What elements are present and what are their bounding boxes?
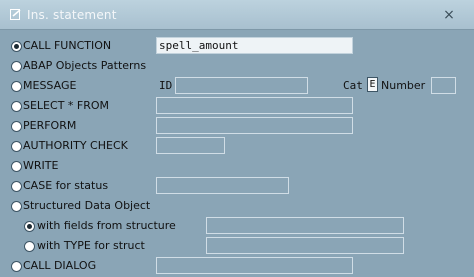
message-label: MESSAGE (23, 79, 77, 92)
select-from-radio[interactable] (11, 101, 22, 112)
message-number-label: Number (381, 79, 426, 92)
with-fields-from-structure-radio[interactable] (24, 221, 35, 232)
option-with-type-for-struct: with TYPE for struct (0, 237, 474, 257)
perform-radio[interactable] (11, 121, 22, 132)
message-cat-label: Cat (343, 79, 363, 92)
option-call-function: CALL FUNCTION spell_amount (0, 37, 474, 57)
with-fields-from-structure-label: with fields from structure (37, 219, 176, 232)
with-fields-from-structure-input[interactable] (206, 217, 404, 234)
edit-icon (10, 9, 21, 20)
option-call-dialog: CALL DIALOG (0, 257, 474, 277)
title-bar: Ins. statement × (0, 0, 474, 30)
close-icon: × (443, 7, 455, 23)
select-from-input[interactable] (156, 97, 353, 114)
message-cat-input[interactable]: E (367, 77, 378, 92)
with-type-for-struct-label: with TYPE for struct (37, 239, 145, 252)
option-structured-data-object: Structured Data Object (0, 197, 474, 217)
option-abap-objects-patterns: ABAP Objects Patterns (0, 57, 474, 77)
option-message: MESSAGE ID Cat E Number (0, 77, 474, 97)
option-select-from: SELECT * FROM (0, 97, 474, 117)
statement-options-panel: CALL FUNCTION spell_amount ABAP Objects … (0, 31, 474, 274)
abap-objects-patterns-label: ABAP Objects Patterns (23, 59, 147, 72)
call-function-radio[interactable] (11, 41, 22, 52)
structured-data-object-radio[interactable] (11, 201, 22, 212)
with-type-for-struct-radio[interactable] (24, 241, 35, 252)
structured-data-object-label: Structured Data Object (23, 199, 151, 212)
message-id-input[interactable] (175, 77, 308, 94)
call-dialog-radio[interactable] (11, 261, 22, 272)
case-for-status-input[interactable] (156, 177, 289, 194)
call-dialog-label: CALL DIALOG (23, 259, 97, 272)
write-label: WRITE (23, 159, 59, 172)
close-button[interactable]: × (440, 7, 458, 23)
option-perform: PERFORM (0, 117, 474, 137)
case-for-status-label: CASE for status (23, 179, 109, 192)
option-write: WRITE (0, 157, 474, 177)
write-radio[interactable] (11, 161, 22, 172)
case-for-status-radio[interactable] (11, 181, 22, 192)
message-radio[interactable] (11, 81, 22, 92)
option-case-for-status: CASE for status (0, 177, 474, 197)
with-type-for-struct-input[interactable] (206, 237, 404, 254)
option-authority-check: AUTHORITY CHECK (0, 137, 474, 157)
authority-check-radio[interactable] (11, 141, 22, 152)
message-id-label: ID (159, 79, 173, 92)
call-dialog-input[interactable] (156, 257, 353, 274)
option-with-fields-from-structure: with fields from structure (0, 217, 474, 237)
abap-objects-patterns-radio[interactable] (11, 61, 22, 72)
call-function-label: CALL FUNCTION (23, 39, 112, 52)
authority-check-label: AUTHORITY CHECK (23, 139, 128, 152)
call-function-input[interactable]: spell_amount (156, 37, 353, 54)
authority-check-input[interactable] (156, 137, 225, 154)
message-number-input[interactable] (431, 77, 456, 94)
perform-input[interactable] (156, 117, 353, 134)
select-from-label: SELECT * FROM (23, 99, 110, 112)
perform-label: PERFORM (23, 119, 77, 132)
window-title: Ins. statement (27, 8, 117, 22)
